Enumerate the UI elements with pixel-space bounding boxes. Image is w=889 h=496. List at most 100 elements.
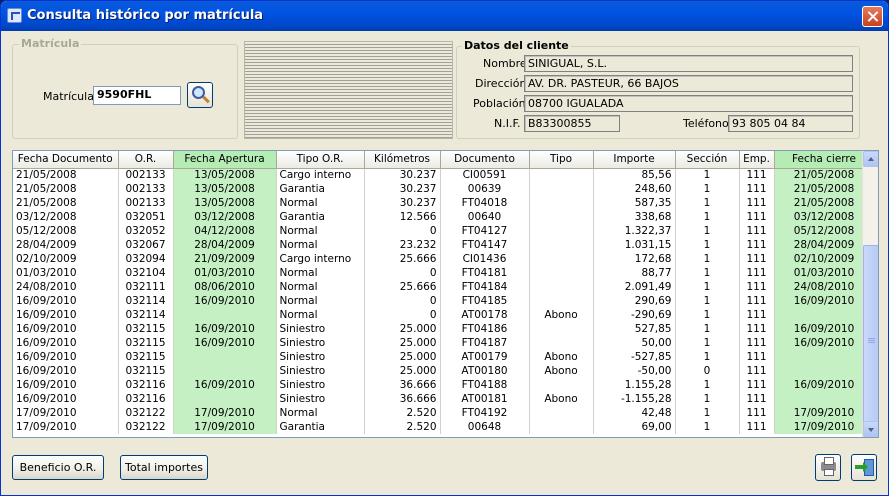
table-row[interactable]: 16/09/2010 032116 16/09/2010 Siniestro 36.66… [13,378,875,392]
cell-documento: 00648 [440,420,530,434]
nif-field: B83300855 [524,115,620,132]
scroll-up-icon[interactable] [863,151,878,167]
scroll-thumb[interactable] [863,245,878,435]
cell-or: 032116 [118,378,174,392]
cell-or: 032122 [118,420,174,434]
cell-fecha-documento: 21/05/2008 [13,182,119,196]
table-row[interactable]: 16/09/2010 032115 16/09/2010 Siniestro 25.00… [13,322,875,336]
print-button[interactable] [815,454,841,481]
cell-emp: 111 [739,308,775,322]
cell-tipo-or: Siniestro [276,322,365,336]
close-button[interactable] [862,6,883,27]
cell-tipo-or: Normal [276,280,365,294]
cell-fecha-documento: 24/08/2010 [13,280,119,294]
cell-seccion: 1 [675,252,740,266]
beneficio-or-button[interactable]: Beneficio O.R. [12,455,104,480]
table-row[interactable]: 05/12/2008 032052 04/12/2008 Normal 0 FT04127… [13,224,875,238]
cell-seccion: 1 [675,196,740,210]
col-fecha-apertura[interactable]: Fecha Apertura [173,151,277,169]
cell-documento: FT04188 [440,378,530,392]
cell-seccion: 1 [675,182,740,196]
cell-tipo-or: Cargo interno [276,252,365,266]
grid-body: 21/05/2008 002133 13/05/2008 Cargo interno 3… [13,168,875,434]
table-row[interactable]: 24/08/2010 032111 08/06/2010 Normal 25.666 FT… [13,280,875,294]
cell-fecha-cierre: 16/09/2010 [774,322,875,336]
table-row[interactable]: 16/09/2010 032115 Siniestro 25.000 AT00180 Ab… [13,364,875,378]
col-tipo-or[interactable]: Tipo O.R. [276,151,365,169]
cell-emp: 111 [739,364,775,378]
cell-or: 032104 [118,266,174,280]
table-row[interactable]: 21/05/2008 002133 13/05/2008 Cargo interno 3… [13,168,875,182]
direccion-label: Dirección [475,77,527,90]
matricula-group: Matrícula Matrícula 9590FHL [12,37,238,139]
cell-tipo-or: Normal [276,238,365,252]
cell-importe: -527,85 [593,350,676,364]
table-row[interactable]: 02/10/2009 032094 21/09/2009 Cargo interno 2… [13,252,875,266]
cell-fecha-documento: 21/05/2008 [13,196,119,210]
cell-tipo: Abono [529,364,594,378]
vertical-scrollbar[interactable] [862,151,878,437]
cell-tipo [529,266,594,280]
col-or[interactable]: O.R. [118,151,174,169]
telefono-field: 93 805 04 84 [728,115,853,132]
table-row[interactable]: 16/09/2010 032115 Siniestro 25.000 AT00179 Ab… [13,350,875,364]
cell-tipo [529,280,594,294]
table-row[interactable]: 03/12/2008 032051 03/12/2008 Garantia 12.566… [13,210,875,224]
table-row[interactable]: 28/04/2009 032067 28/04/2009 Normal 23.232 FT… [13,238,875,252]
col-tipo[interactable]: Tipo [529,151,594,169]
table-row[interactable]: 16/09/2010 032114 16/09/2010 Normal 0 FT04185… [13,294,875,308]
cell-fecha-documento: 21/05/2008 [13,168,119,182]
matricula-input[interactable]: 9590FHL [93,86,181,105]
cell-fecha-cierre: 21/05/2008 [774,182,875,196]
col-importe[interactable]: Importe [593,151,676,169]
table-row[interactable]: 17/09/2010 032122 17/09/2010 Garantia 2.520 0… [13,420,875,434]
cell-tipo [529,252,594,266]
cell-documento: AT00178 [440,308,530,322]
printer-icon [821,457,836,476]
historico-grid[interactable]: Fecha Documento O.R. Fecha Apertura Tipo… [12,150,879,438]
table-row[interactable]: 17/09/2010 032122 17/09/2010 Normal 2.520 FT0… [13,406,875,420]
title-bar: Consulta histórico por matrícula [1,1,888,31]
scroll-down-icon[interactable] [863,421,878,437]
col-documento[interactable]: Documento [440,151,530,169]
cell-tipo [529,294,594,308]
cell-kilometros: 25.666 [364,252,441,266]
col-fecha-documento[interactable]: Fecha Documento [13,151,119,169]
cell-fecha-documento: 16/09/2010 [13,336,119,350]
exit-button[interactable] [851,454,877,481]
table-row[interactable]: 21/05/2008 002133 13/05/2008 Garantia 30.237… [13,182,875,196]
cell-tipo-or: Normal [276,294,365,308]
cell-documento: CI01436 [440,252,530,266]
grid-table: Fecha Documento O.R. Fecha Apertura Tipo… [13,151,875,434]
table-row[interactable]: 16/09/2010 032116 Siniestro 36.666 AT00181 Ab… [13,392,875,406]
table-row[interactable]: 16/09/2010 032114 Normal 0 AT00178 Abono -290,… [13,308,875,322]
table-row[interactable]: 16/09/2010 032115 16/09/2010 Siniestro 25.00… [13,336,875,350]
cell-emp: 111 [739,378,775,392]
cell-importe: 85,56 [593,168,676,182]
cell-tipo [529,322,594,336]
cell-or: 032115 [118,364,174,378]
cell-seccion: 1 [675,168,740,182]
cell-importe: 1.155,28 [593,378,676,392]
col-seccion[interactable]: Sección [675,151,740,169]
cell-or: 002133 [118,168,174,182]
cell-fecha-apertura: 08/06/2010 [173,280,277,294]
cell-tipo [529,378,594,392]
cell-seccion: 1 [675,266,740,280]
table-row[interactable]: 01/03/2010 032104 01/03/2010 Normal 0 FT04181… [13,266,875,280]
search-button[interactable] [187,82,213,108]
col-fecha-cierre[interactable]: Fecha cierre [774,151,875,169]
cell-or: 032122 [118,406,174,420]
grid-header: Fecha Documento O.R. Fecha Apertura Tipo… [13,151,875,169]
col-emp[interactable]: Emp. [739,151,775,169]
cell-fecha-documento: 16/09/2010 [13,378,119,392]
cell-importe: 290,69 [593,294,676,308]
col-kilometros[interactable]: Kilómetros [364,151,441,169]
nombre-label: Nombre [483,57,527,70]
cell-tipo [529,196,594,210]
table-row[interactable]: 21/05/2008 002133 13/05/2008 Normal 30.237 FT… [13,196,875,210]
cell-fecha-documento: 16/09/2010 [13,364,119,378]
cell-fecha-apertura [173,308,277,322]
total-importes-button[interactable]: Total importes [120,455,208,480]
cell-importe: 42,48 [593,406,676,420]
